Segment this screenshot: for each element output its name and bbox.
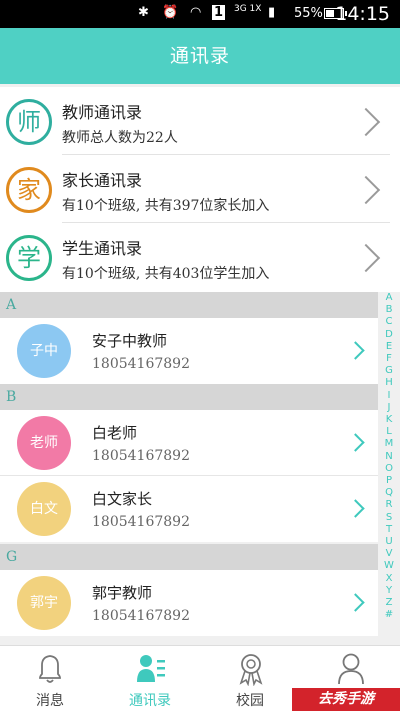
chevron-right-icon <box>346 433 365 452</box>
award-icon <box>239 654 263 686</box>
index-letter[interactable]: T <box>378 524 400 536</box>
avatar: 子中 <box>17 324 71 378</box>
contact-phone: 18054167892 <box>92 356 190 372</box>
student-badge-icon: 学 <box>6 235 52 281</box>
user-icon <box>338 653 364 685</box>
chevron-right-icon <box>351 175 381 205</box>
index-letter[interactable]: O <box>378 463 400 475</box>
status-bar: ✱ ⏰ ◠ 1 3G 1X ▮ 55% 14:15 <box>0 0 400 28</box>
index-letter[interactable]: J <box>378 402 400 414</box>
nav-campus[interactable]: 校园 <box>200 646 300 712</box>
index-letter[interactable]: E <box>378 341 400 353</box>
index-letter[interactable]: S <box>378 512 400 524</box>
index-letter[interactable]: W <box>378 560 400 572</box>
contact-name: 郭宇教师 <box>92 584 153 602</box>
avatar: 白文 <box>17 482 71 536</box>
contact-row[interactable]: 郭宇 郭宇教师 18054167892 <box>0 570 378 636</box>
contact-row[interactable]: 白文 白文家长 18054167892 <box>0 476 378 542</box>
section-header-a: A <box>0 292 378 318</box>
index-letter[interactable]: K <box>378 414 400 426</box>
index-letter[interactable]: A <box>378 292 400 304</box>
alphabet-index[interactable]: A B C D E F G H I J K L M N O P Q R S T U V W X Y Z # <box>378 292 400 642</box>
section-header-b: B <box>0 384 378 410</box>
bluetooth-icon: ✱ <box>138 5 149 20</box>
index-letter[interactable]: Q <box>378 487 400 499</box>
category-subtitle: 有10个班级, 共有403位学生加入 <box>62 266 270 282</box>
index-letter[interactable]: F <box>378 353 400 365</box>
alarm-icon: ⏰ <box>162 5 179 20</box>
category-list: 师 教师通讯录 教师总人数为22人 家 家长通讯录 有10个班级, 共有397位… <box>0 87 400 292</box>
avatar: 老师 <box>17 416 71 470</box>
signal-icon: ▮ <box>268 5 276 20</box>
index-letter[interactable]: M <box>378 438 400 450</box>
wifi-icon: ◠ <box>190 5 202 20</box>
network-label: 3G 1X <box>234 4 262 14</box>
section-header-g: G <box>0 544 378 570</box>
nav-label: 消息 <box>36 693 64 709</box>
category-title: 教师通讯录 <box>62 103 143 122</box>
contact-row[interactable]: 子中 安子中教师 18054167892 <box>0 318 378 384</box>
watermark-logo: 去秀手游 <box>292 688 400 711</box>
parent-directory-item[interactable]: 家 家长通讯录 有10个班级, 共有397位家长加入 <box>0 155 400 223</box>
contact-row[interactable]: 老师 白老师 18054167892 <box>0 410 378 476</box>
contact-name: 白文家长 <box>92 490 153 508</box>
index-letter[interactable]: X <box>378 573 400 585</box>
index-letter[interactable]: D <box>378 329 400 341</box>
nav-contacts[interactable]: 通讯录 <box>100 646 200 712</box>
index-letter[interactable]: R <box>378 499 400 511</box>
battery-percent: 55% <box>294 6 323 21</box>
chevron-right-icon <box>351 243 381 273</box>
index-letter[interactable]: N <box>378 451 400 463</box>
contact-name: 白老师 <box>92 424 138 442</box>
index-letter[interactable]: # <box>378 609 400 621</box>
index-letter[interactable]: P <box>378 475 400 487</box>
sim-icon: 1 <box>212 5 226 20</box>
teacher-directory-item[interactable]: 师 教师通讯录 教师总人数为22人 <box>0 87 400 155</box>
index-letter[interactable]: Z <box>378 597 400 609</box>
contacts-icon <box>137 655 165 682</box>
chevron-right-icon <box>351 107 381 137</box>
parent-badge-icon: 家 <box>6 167 52 213</box>
index-letter[interactable]: Y <box>378 585 400 597</box>
nav-messages[interactable]: 消息 <box>0 646 100 712</box>
contact-phone: 18054167892 <box>92 608 190 624</box>
category-subtitle: 有10个班级, 共有397位家长加入 <box>62 198 270 214</box>
contact-name: 安子中教师 <box>92 332 168 350</box>
chevron-right-icon <box>346 593 365 612</box>
chevron-right-icon <box>346 341 365 360</box>
nav-label: 校园 <box>236 693 264 709</box>
teacher-badge-icon: 师 <box>6 99 52 145</box>
page-title: 通讯录 <box>169 45 230 67</box>
index-letter[interactable]: C <box>378 316 400 328</box>
index-letter[interactable]: U <box>378 536 400 548</box>
category-title: 学生通讯录 <box>62 239 143 258</box>
nav-label: 通讯录 <box>129 693 171 709</box>
bell-icon <box>39 655 61 683</box>
student-directory-item[interactable]: 学 学生通讯录 有10个班级, 共有403位学生加入 <box>0 223 400 291</box>
clock: 14:15 <box>335 3 390 25</box>
index-letter[interactable]: V <box>378 548 400 560</box>
category-subtitle: 教师总人数为22人 <box>62 130 178 146</box>
chevron-right-icon <box>346 499 365 518</box>
category-title: 家长通讯录 <box>62 171 143 190</box>
index-letter[interactable]: I <box>378 390 400 402</box>
header: 通讯录 <box>0 28 400 84</box>
index-letter[interactable]: L <box>378 426 400 438</box>
contact-phone: 18054167892 <box>92 448 190 464</box>
contact-phone: 18054167892 <box>92 514 190 530</box>
index-letter[interactable]: H <box>378 377 400 389</box>
index-letter[interactable]: G <box>378 365 400 377</box>
avatar: 郭宇 <box>17 576 71 630</box>
index-letter[interactable]: B <box>378 304 400 316</box>
